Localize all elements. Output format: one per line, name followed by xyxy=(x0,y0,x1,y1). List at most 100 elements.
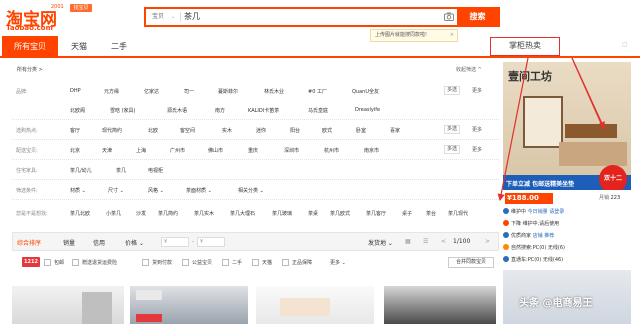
sort-price[interactable]: 价格 ⌄ xyxy=(125,238,144,247)
brand-option[interactable]: #0 工厂 xyxy=(308,88,327,95)
suggest-link[interactable]: 茶几大理石 xyxy=(230,210,255,217)
suggest-link[interactable]: 茶几北欧 xyxy=(70,210,90,217)
collapse-filters-button[interactable]: 收起筛选 ^ xyxy=(456,66,482,73)
ship-to-dropdown[interactable]: 发货地 ⌄ xyxy=(368,238,393,247)
search-scope-dropdown[interactable]: 宝贝 ⌄ xyxy=(146,9,178,25)
suggest-link[interactable]: 茶几欧式 xyxy=(330,210,350,217)
ship-option[interactable]: 天津 xyxy=(102,147,112,154)
ship-option[interactable]: 广州市 xyxy=(170,147,185,154)
product-image[interactable] xyxy=(130,286,248,324)
suggest-link[interactable]: 茶台 xyxy=(426,210,436,217)
condition-dropdown[interactable]: 尺寸 ⌄ xyxy=(108,187,124,194)
checkbox-used[interactable] xyxy=(222,259,229,266)
ship-option[interactable]: 北京 xyxy=(70,147,80,154)
hot-option[interactable]: 喜家 xyxy=(390,127,400,134)
feedback-icon[interactable]: ▢ xyxy=(622,41,628,48)
brand-option[interactable]: 南方 xyxy=(215,107,225,114)
suggest-link[interactable]: 沙发 xyxy=(136,210,146,217)
suggest-link[interactable]: 茶几简约 xyxy=(158,210,178,217)
more-button[interactable]: 更多 xyxy=(472,146,482,153)
suggest-link[interactable]: 茶几玻璃 xyxy=(272,210,292,217)
brand-option[interactable]: 蔓斯菲尔 xyxy=(218,88,238,95)
next-page-icon[interactable]: > xyxy=(485,238,490,245)
multi-select-button[interactable]: 多选 xyxy=(444,86,460,95)
suggest-link[interactable]: 茶几实木 xyxy=(194,210,214,217)
ad-login-link[interactable]: 今日销量 请登录 xyxy=(528,209,565,215)
more-button[interactable]: 更多 xyxy=(472,126,482,133)
checkbox-cod[interactable] xyxy=(142,259,149,266)
prev-page-icon[interactable]: < xyxy=(441,238,446,245)
condition-dropdown[interactable]: 茶面材质 ⌄ xyxy=(186,187,212,194)
brand-option[interactable]: DHP xyxy=(70,88,81,94)
checkbox-return-insurance[interactable] xyxy=(72,259,79,266)
ad-shop-link[interactable]: 店铺 推荐 xyxy=(533,233,555,239)
more-options-dropdown[interactable]: 更多 ⌄ xyxy=(330,259,346,266)
store-hot-ad[interactable]: 壹间工坊 下单立减 包邮送精美坐垫 双十二 ¥188.00 月销 223 维护中… xyxy=(503,62,631,267)
multi-select-button[interactable]: 多选 xyxy=(444,145,460,154)
condition-dropdown[interactable]: 风格 ⌄ xyxy=(148,187,164,194)
ship-option[interactable]: 重庆 xyxy=(248,147,258,154)
list-view-icon[interactable]: ☰ xyxy=(423,238,428,245)
condition-dropdown[interactable]: 相关分类 ⌄ xyxy=(238,187,264,194)
brand-option[interactable]: 雪晗 (家具) xyxy=(110,107,136,114)
multi-select-button[interactable]: 多选 xyxy=(444,125,460,134)
hot-option[interactable]: 欧式 xyxy=(322,127,332,134)
sort-default[interactable]: 综合排序 xyxy=(17,238,41,247)
grid-view-icon[interactable]: ▦ xyxy=(405,238,411,245)
brand-option[interactable]: QuanU全友 xyxy=(352,88,379,95)
scene-option[interactable]: 电视柜 xyxy=(148,167,163,174)
search-input[interactable]: 茶几 xyxy=(184,9,200,25)
brand-option[interactable]: 司一 xyxy=(184,88,194,95)
tab-used[interactable]: 二手 xyxy=(100,36,138,57)
brand-option[interactable]: 亿家达 xyxy=(144,88,159,95)
brand-option[interactable]: 林氏木业 xyxy=(264,88,284,95)
suggest-link[interactable]: 桌子 xyxy=(402,210,412,217)
ad-image[interactable]: 壹间工坊 下单立减 包邮送精美坐垫 双十二 xyxy=(503,62,631,190)
search-button[interactable]: 搜索 xyxy=(457,7,498,27)
breadcrumb[interactable]: 所有分类 > xyxy=(17,66,43,73)
checkbox-free-shipping[interactable] xyxy=(44,259,51,266)
price-max-input[interactable]: ¥ xyxy=(197,237,225,247)
ship-option[interactable]: 佛山市 xyxy=(208,147,223,154)
suggest-link[interactable]: 小茶几 xyxy=(106,210,121,217)
hot-option[interactable]: 阳台 xyxy=(290,127,300,134)
sort-credit[interactable]: 信用 xyxy=(93,238,105,247)
ship-option[interactable]: 南京市 xyxy=(364,147,379,154)
suggest-link[interactable]: 茶几客厅 xyxy=(366,210,386,217)
merge-same-items-button[interactable]: 合并同款宝贝 xyxy=(448,257,494,268)
hot-option[interactable]: 现代简约 xyxy=(102,127,122,134)
checkbox-genuine[interactable] xyxy=(282,259,289,266)
hot-option[interactable]: 迷你 xyxy=(256,127,266,134)
product-image[interactable] xyxy=(384,286,496,324)
hot-option[interactable]: 客厅 xyxy=(70,127,80,134)
checkbox-charity[interactable] xyxy=(182,259,189,266)
scene-option[interactable]: 茶几/幼儿 xyxy=(70,167,92,174)
taobao-logo[interactable]: 淘宝网 2001 Taobao.com 找宝贝 xyxy=(6,4,92,32)
camera-icon[interactable] xyxy=(444,12,454,21)
tab-store-hot[interactable]: 掌柜热卖 xyxy=(490,37,560,56)
brand-option[interactable]: Dreaslyife xyxy=(355,107,380,113)
checkbox-tmall[interactable] xyxy=(252,259,259,266)
hot-option[interactable]: 卧室 xyxy=(356,127,366,134)
suggest-link[interactable]: 茶几现代 xyxy=(448,210,468,217)
product-image[interactable] xyxy=(256,286,374,324)
brand-option[interactable]: 源氏木语 xyxy=(167,107,187,114)
sort-sales[interactable]: 销量 xyxy=(63,238,75,247)
product-image[interactable] xyxy=(12,286,124,324)
tab-tmall[interactable]: 天猫 xyxy=(60,36,98,57)
brand-option[interactable]: 马氏皇庭 xyxy=(308,107,328,114)
tab-all-items[interactable]: 所有宝贝 xyxy=(2,36,58,57)
suggest-link[interactable]: 茶桌 xyxy=(308,210,318,217)
condition-dropdown[interactable]: 材质 ⌄ xyxy=(70,187,86,194)
price-min-input[interactable]: ¥ xyxy=(161,237,189,247)
brand-option[interactable]: 元方缘 xyxy=(104,88,119,95)
ship-option[interactable]: 杭州市 xyxy=(324,147,339,154)
more-button[interactable]: 更多 xyxy=(472,87,482,94)
hot-option[interactable]: 客空间 xyxy=(180,127,195,134)
ship-option[interactable]: 上海 xyxy=(136,147,146,154)
scene-option[interactable]: 茶几 xyxy=(116,167,126,174)
hot-option[interactable]: 实木 xyxy=(222,127,232,134)
brand-option[interactable]: KALIDI卡笛茶 xyxy=(248,107,279,114)
ship-option[interactable]: 深圳市 xyxy=(284,147,299,154)
brand-option[interactable]: 北欧阁 xyxy=(70,107,85,114)
